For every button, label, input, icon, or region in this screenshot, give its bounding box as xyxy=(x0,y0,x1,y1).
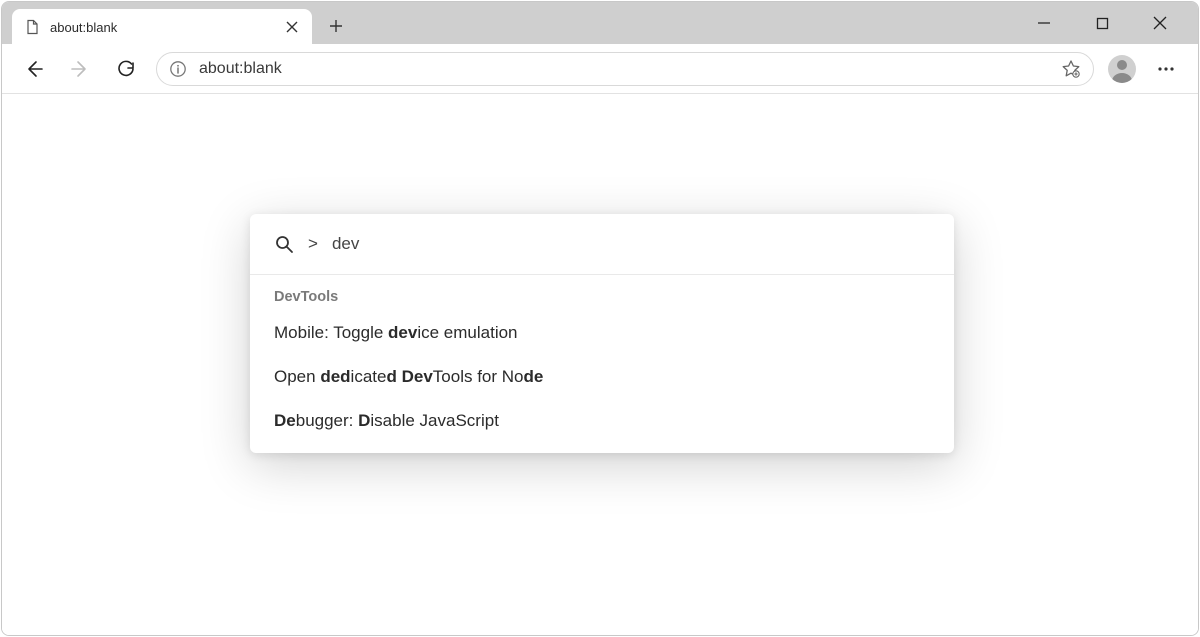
page-icon xyxy=(24,19,40,35)
command-menu-item[interactable]: Mobile: Toggle device emulation xyxy=(250,311,954,355)
back-button[interactable] xyxy=(18,53,50,85)
tab-strip: about:blank xyxy=(2,2,1198,44)
command-prompt-prefix: > xyxy=(308,234,318,254)
profile-button[interactable] xyxy=(1108,55,1136,83)
command-menu-item[interactable]: Open dedicated DevTools for Node xyxy=(250,355,954,399)
window-controls xyxy=(1030,2,1192,44)
favorite-icon[interactable] xyxy=(1061,59,1081,79)
command-search-row[interactable]: > dev xyxy=(250,214,954,275)
toolbar xyxy=(2,44,1198,94)
tab-title: about:blank xyxy=(50,20,274,35)
site-info-icon[interactable] xyxy=(169,60,187,78)
browser-window: about:blank xyxy=(1,1,1199,636)
url-input[interactable] xyxy=(199,60,1049,78)
reload-button[interactable] xyxy=(110,53,142,85)
tab-active[interactable]: about:blank xyxy=(12,9,312,45)
command-menu: > dev DevTools Mobile: Toggle device emu… xyxy=(250,214,954,453)
tab-close-button[interactable] xyxy=(284,19,300,35)
window-maximize-button[interactable] xyxy=(1088,9,1116,37)
forward-button[interactable] xyxy=(64,53,96,85)
command-query-text: dev xyxy=(332,234,359,254)
command-menu-item[interactable]: Debugger: Disable JavaScript xyxy=(250,399,954,453)
command-section-heading: DevTools xyxy=(250,275,954,311)
address-bar[interactable] xyxy=(156,52,1094,86)
page-content: > dev DevTools Mobile: Toggle device emu… xyxy=(2,94,1198,635)
window-close-button[interactable] xyxy=(1146,9,1174,37)
window-minimize-button[interactable] xyxy=(1030,9,1058,37)
search-icon xyxy=(274,234,294,254)
new-tab-button[interactable] xyxy=(318,8,354,44)
more-menu-button[interactable] xyxy=(1150,53,1182,85)
